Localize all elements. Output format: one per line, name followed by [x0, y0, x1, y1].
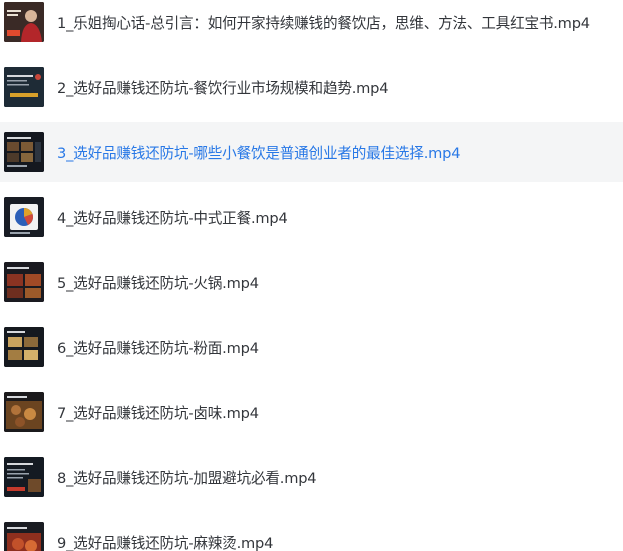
file-item[interactable]: 4_选好品赚钱还防坑-中式正餐.mp4	[0, 187, 623, 247]
file-name: 9_选好品赚钱还防坑-麻辣烫.mp4	[57, 534, 274, 551]
video-thumbnail-icon	[4, 132, 44, 172]
video-thumbnail-icon	[4, 262, 44, 302]
video-thumbnail-icon	[4, 457, 44, 497]
file-name: 2_选好品赚钱还防坑-餐饮行业市场规模和趋势.mp4	[57, 79, 389, 97]
file-name: 7_选好品赚钱还防坑-卤味.mp4	[57, 404, 259, 422]
file-name: 3_选好品赚钱还防坑-哪些小餐饮是普通创业者的最佳选择.mp4	[57, 144, 461, 162]
file-name: 1_乐姐掏心话-总引言：如何开家持续赚钱的餐饮店，思维、方法、工具红宝书.mp4	[57, 14, 590, 32]
file-item[interactable]: 7_选好品赚钱还防坑-卤味.mp4	[0, 382, 623, 442]
file-item[interactable]: 8_选好品赚钱还防坑-加盟避坑必看.mp4	[0, 447, 623, 507]
file-item[interactable]: 9_选好品赚钱还防坑-麻辣烫.mp4	[0, 512, 623, 551]
file-name: 8_选好品赚钱还防坑-加盟避坑必看.mp4	[57, 469, 317, 487]
video-file-list: 1_乐姐掏心话-总引言：如何开家持续赚钱的餐饮店，思维、方法、工具红宝书.mp4…	[0, 0, 623, 551]
video-thumbnail-icon	[4, 522, 44, 551]
video-thumbnail-icon	[4, 67, 44, 107]
file-name: 6_选好品赚钱还防坑-粉面.mp4	[57, 339, 259, 357]
file-item[interactable]: 6_选好品赚钱还防坑-粉面.mp4	[0, 317, 623, 377]
file-name: 5_选好品赚钱还防坑-火锅.mp4	[57, 274, 259, 292]
file-item[interactable]: 1_乐姐掏心话-总引言：如何开家持续赚钱的餐饮店，思维、方法、工具红宝书.mp4	[0, 0, 623, 52]
video-thumbnail-icon	[4, 2, 44, 42]
file-item[interactable]: 5_选好品赚钱还防坑-火锅.mp4	[0, 252, 623, 312]
file-item[interactable]: 2_选好品赚钱还防坑-餐饮行业市场规模和趋势.mp4	[0, 57, 623, 117]
video-thumbnail-icon	[4, 327, 44, 367]
file-name: 4_选好品赚钱还防坑-中式正餐.mp4	[57, 209, 288, 227]
file-item[interactable]: 3_选好品赚钱还防坑-哪些小餐饮是普通创业者的最佳选择.mp4	[0, 122, 623, 182]
video-thumbnail-icon	[4, 392, 44, 432]
video-thumbnail-icon	[4, 197, 44, 237]
